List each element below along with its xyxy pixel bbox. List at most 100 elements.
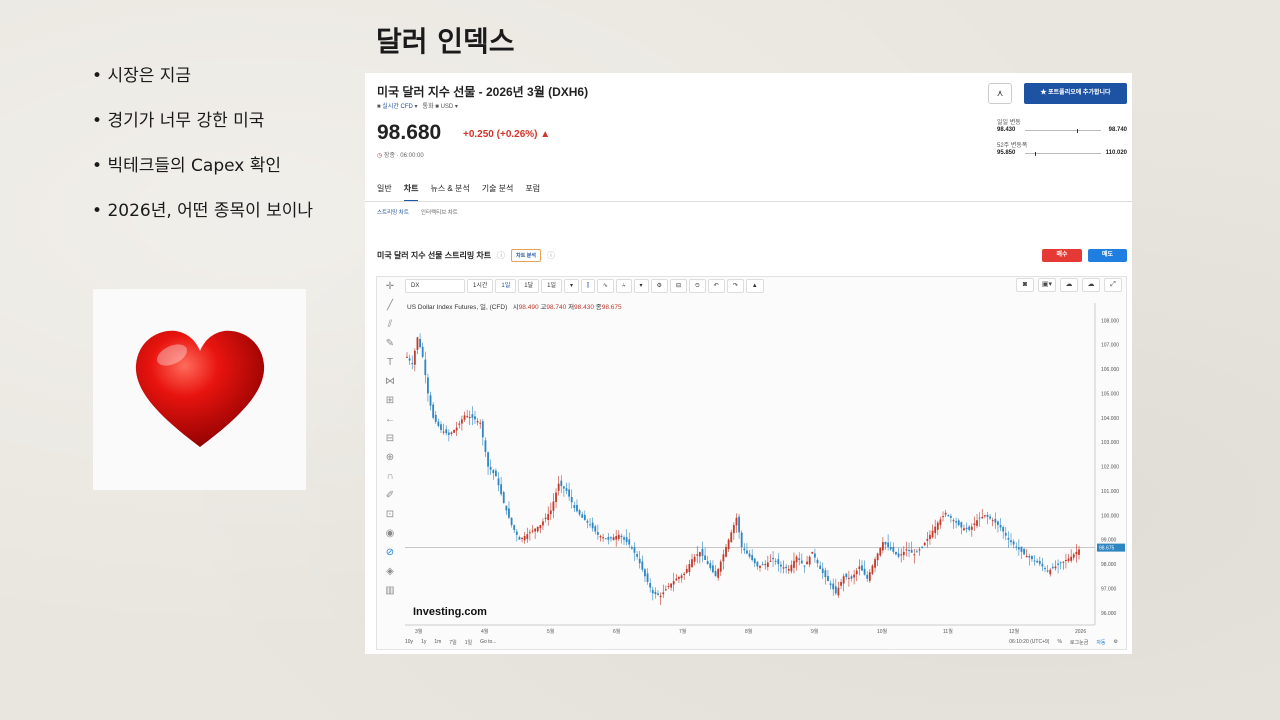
link-icon[interactable]: ⊘ [386, 544, 394, 561]
redo-icon[interactable]: ↷ [726, 279, 744, 293]
candle [1067, 558, 1070, 561]
candle [976, 520, 978, 526]
crosshair-icon[interactable]: ✛ [386, 278, 394, 295]
cloud-save-icon[interactable]: ☁ [1082, 278, 1100, 292]
pencil-lock-icon[interactable]: ✐ [386, 487, 394, 504]
candle [811, 551, 814, 554]
candle [871, 565, 874, 574]
back-arrow-icon[interactable]: ← [385, 411, 395, 428]
tab-forum[interactable]: 포럼 [525, 183, 540, 202]
tab-chart[interactable]: 차트 [403, 183, 419, 202]
alert-button[interactable]: ⋏ [988, 83, 1012, 104]
range-1m[interactable]: 1m [434, 639, 441, 645]
gear-icon[interactable]: ⚙ [650, 279, 668, 293]
cloud-icon[interactable]: ☁ [1060, 278, 1078, 292]
add-to-portfolio-button[interactable]: ★ 포트폴리오에 추가합니다 [1024, 83, 1127, 104]
candle [902, 551, 905, 556]
interval-1m[interactable]: 1달 [518, 279, 540, 293]
camera-icon[interactable]: ◙ [1016, 278, 1034, 292]
publish-icon[interactable]: ▲ [745, 279, 764, 293]
indicator-icon[interactable]: ∿ [596, 279, 614, 293]
fib-icon[interactable]: ⫽ [388, 316, 392, 333]
candle [895, 551, 897, 555]
candle [440, 424, 442, 430]
sell-button[interactable]: 매도 [1088, 249, 1127, 262]
bullet-item: 빅테크들의 Capex 확인 [92, 154, 313, 199]
log-scale[interactable]: 로그눈금 [1070, 639, 1088, 646]
subtab-interactive[interactable]: 인터랙티브 차트 [421, 208, 458, 216]
tab-news[interactable]: 뉴스 & 분석 [430, 183, 469, 202]
layout-icon[interactable]: ▣▾ [1038, 278, 1056, 292]
symbol-search[interactable]: DX [405, 279, 465, 293]
range-10y[interactable]: 10y [405, 639, 413, 645]
measure-icon[interactable]: ⊞ [386, 392, 394, 409]
candle [853, 574, 856, 578]
candle [437, 421, 440, 426]
candle [636, 554, 639, 557]
candle [756, 561, 759, 567]
goto-date[interactable]: Go to... [480, 639, 496, 645]
trend-line-icon[interactable]: ╱ [387, 297, 393, 314]
fullscreen-icon[interactable]: ⤢ [1104, 278, 1122, 292]
tab-technical[interactable]: 기술 분석 [482, 183, 514, 202]
candle [814, 553, 816, 558]
chevron-down-icon[interactable]: ▾ [633, 279, 649, 293]
main-tabs: 일반 차트 뉴스 & 분석 기술 분석 포럼 [377, 183, 540, 202]
candle [910, 549, 913, 553]
candle [983, 515, 986, 517]
heart-icon [135, 330, 264, 447]
candle [827, 576, 829, 582]
x-tick-label: 12월 [1009, 628, 1020, 635]
range-1y[interactable]: 1y [421, 639, 426, 645]
text-icon[interactable]: T [387, 354, 393, 371]
pattern-icon[interactable]: ⋈ [385, 373, 395, 390]
candle [620, 535, 623, 538]
tab-general[interactable]: 일반 [377, 183, 392, 202]
candle [751, 555, 754, 560]
candle [476, 421, 479, 423]
percent-scale[interactable]: % [1057, 639, 1061, 645]
lock-icon[interactable]: ⊡ [386, 506, 394, 523]
settings-icon[interactable]: ⚙ [1114, 639, 1118, 645]
layers-icon[interactable]: ◈ [386, 563, 394, 580]
range-7d[interactable]: 7일 [449, 639, 456, 646]
chevron-down-icon[interactable]: ▾ [563, 279, 579, 293]
zoom-icon[interactable]: ⊕ [386, 449, 394, 466]
candle [594, 526, 597, 532]
candle-type-icon[interactable]: ⫿ [580, 279, 595, 293]
interval-1h[interactable]: 1시간 [467, 279, 494, 293]
chart-analysis-badge[interactable]: 차트 분석 [511, 249, 541, 262]
candle [915, 551, 918, 553]
candle [644, 569, 646, 577]
brush-icon[interactable]: ✎ [386, 335, 394, 352]
auto-scale[interactable]: 자동 [1096, 639, 1105, 646]
x-tick-label: 2026 [1075, 629, 1086, 635]
undo-icon[interactable]: ↶ [707, 279, 725, 293]
currency-dropdown[interactable]: USD [441, 104, 454, 110]
candle [994, 518, 997, 523]
interval-1d[interactable]: 1일 [495, 279, 517, 293]
x-tick-label: 10월 [877, 628, 888, 635]
candle [1025, 555, 1028, 558]
candle [625, 537, 628, 543]
ruler-icon[interactable]: ⊟ [386, 430, 394, 447]
drawing-toolbar: ✛ ╱ ⫽ ✎ T ⋈ ⊞ ← ⊟ ⊕ ∩ ✐ ⊡ ◉ ⊘ ◈ ▥ [377, 278, 403, 599]
eye-icon[interactable]: ◉ [386, 525, 395, 542]
candle [659, 595, 662, 598]
buy-button[interactable]: 매수 [1042, 249, 1082, 262]
candle [628, 539, 631, 545]
candle [408, 358, 411, 361]
magnet-icon[interactable]: ∩ [386, 468, 393, 485]
subtab-streaming[interactable]: 스트리밍 차트 [377, 208, 409, 216]
alert-clock-icon[interactable]: ⏲ [688, 279, 706, 293]
candle [547, 514, 550, 521]
candle [623, 537, 625, 540]
template-icon[interactable]: ⊟ [669, 279, 687, 293]
trash-icon[interactable]: ▥ [385, 582, 394, 599]
range-1d[interactable]: 1일 [465, 639, 472, 646]
interval-more[interactable]: 1일 [541, 279, 562, 293]
price-chart[interactable]: 96.000 97.000 98.000 99.000 100.000 101.000 10… [405, 297, 1127, 637]
market-dropdown[interactable]: 실시간 CFD [382, 104, 413, 110]
compare-icon[interactable]: ⑃ [615, 279, 632, 293]
candle [874, 559, 876, 568]
